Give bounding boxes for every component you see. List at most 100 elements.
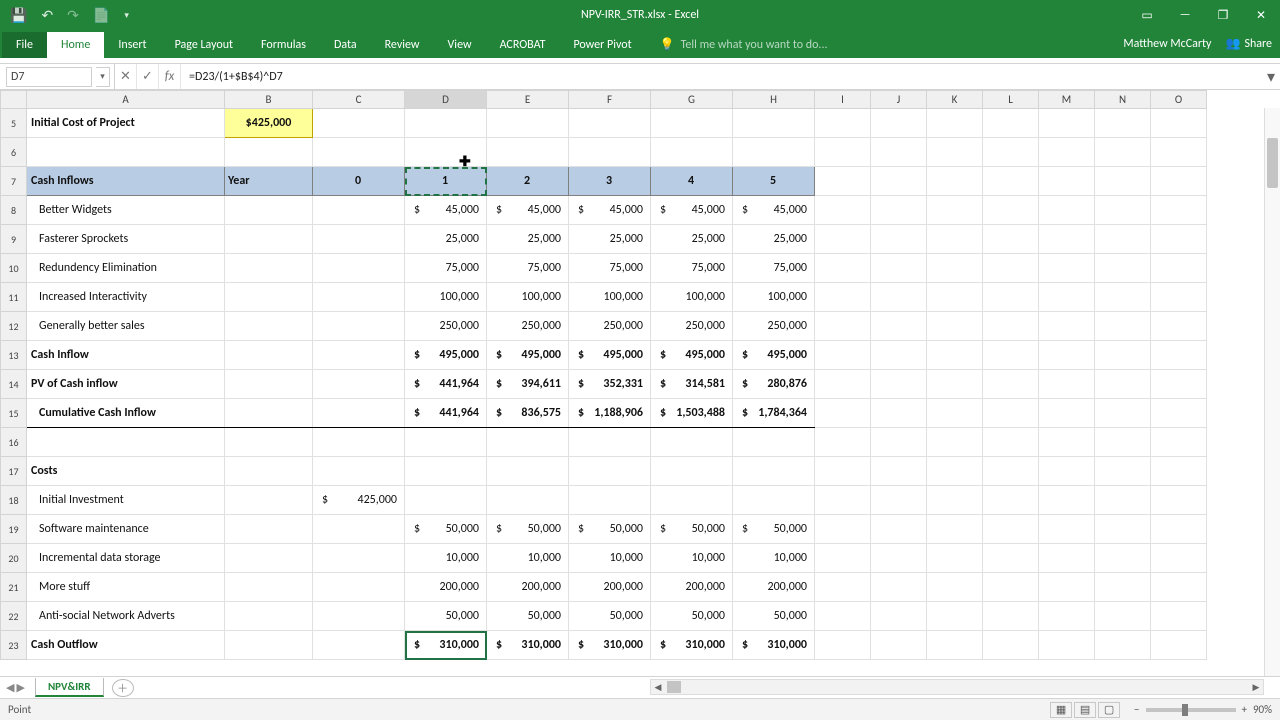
- cell[interactable]: [1095, 167, 1151, 196]
- cell[interactable]: [225, 399, 313, 428]
- cell[interactable]: 50,000: [487, 602, 569, 631]
- cell[interactable]: [927, 138, 983, 167]
- cell[interactable]: [927, 254, 983, 283]
- cell[interactable]: 75,000: [569, 254, 651, 283]
- cell[interactable]: [1151, 428, 1207, 457]
- cell[interactable]: $495,000: [405, 341, 487, 370]
- cell[interactable]: [569, 138, 651, 167]
- cell[interactable]: Generally better sales: [27, 312, 225, 341]
- cell[interactable]: [815, 631, 871, 660]
- cell[interactable]: [1095, 341, 1151, 370]
- cell[interactable]: 10,000: [569, 544, 651, 573]
- cell[interactable]: [1039, 138, 1095, 167]
- cell[interactable]: [1039, 457, 1095, 486]
- ribbon-display-icon[interactable]: ▭: [1128, 0, 1166, 30]
- cell[interactable]: [815, 225, 871, 254]
- cell[interactable]: [983, 312, 1039, 341]
- cell[interactable]: $394,611: [487, 370, 569, 399]
- column-header-B[interactable]: B: [225, 91, 313, 109]
- undo-icon[interactable]: ↶: [41, 7, 53, 24]
- cell[interactable]: [1039, 573, 1095, 602]
- cell[interactable]: $425,000: [225, 109, 313, 138]
- column-header-C[interactable]: C: [313, 91, 405, 109]
- cell[interactable]: [313, 544, 405, 573]
- cell[interactable]: [313, 341, 405, 370]
- cell[interactable]: [225, 544, 313, 573]
- cell[interactable]: [1095, 196, 1151, 225]
- cell[interactable]: [815, 573, 871, 602]
- cell[interactable]: 250,000: [651, 312, 733, 341]
- cell[interactable]: Increased Interactivity: [27, 283, 225, 312]
- row-header-19[interactable]: 19: [1, 515, 27, 544]
- cell[interactable]: [927, 457, 983, 486]
- scrollbar-thumb[interactable]: [1267, 138, 1278, 188]
- cell[interactable]: [815, 544, 871, 573]
- row-header-17[interactable]: 17: [1, 457, 27, 486]
- minimize-icon[interactable]: —: [1166, 0, 1204, 30]
- column-header-H[interactable]: H: [733, 91, 815, 109]
- cell[interactable]: 25,000: [487, 225, 569, 254]
- cell[interactable]: [313, 631, 405, 660]
- cell[interactable]: $50,000: [651, 515, 733, 544]
- column-header-D[interactable]: D: [405, 91, 487, 109]
- cell[interactable]: $310,000: [569, 631, 651, 660]
- cell[interactable]: [313, 399, 405, 428]
- cell[interactable]: [871, 283, 927, 312]
- cell[interactable]: [927, 196, 983, 225]
- tab-data[interactable]: Data: [320, 32, 371, 58]
- cell[interactable]: [1151, 254, 1207, 283]
- cell[interactable]: [1095, 399, 1151, 428]
- cell[interactable]: [871, 196, 927, 225]
- cell[interactable]: [569, 109, 651, 138]
- column-header-J[interactable]: J: [871, 91, 927, 109]
- cell[interactable]: Fasterer Sprockets: [27, 225, 225, 254]
- cell[interactable]: Redundency Elimination: [27, 254, 225, 283]
- sheet-prev-icon[interactable]: ◀: [6, 681, 14, 694]
- cell[interactable]: [487, 428, 569, 457]
- cell[interactable]: [313, 457, 405, 486]
- select-all-corner[interactable]: [1, 91, 27, 109]
- cell[interactable]: [1151, 544, 1207, 573]
- cell[interactable]: [1151, 515, 1207, 544]
- zoom-knob[interactable]: [1182, 704, 1188, 716]
- cell[interactable]: [651, 138, 733, 167]
- cell[interactable]: $45,000: [733, 196, 815, 225]
- cell[interactable]: [983, 428, 1039, 457]
- cell[interactable]: [815, 457, 871, 486]
- cell[interactable]: [983, 631, 1039, 660]
- cell[interactable]: [871, 544, 927, 573]
- cell[interactable]: [927, 515, 983, 544]
- cell[interactable]: [1095, 457, 1151, 486]
- cell[interactable]: [1151, 283, 1207, 312]
- cell[interactable]: $495,000: [487, 341, 569, 370]
- cell[interactable]: 10,000: [651, 544, 733, 573]
- cell[interactable]: $ 441,964: [405, 399, 487, 428]
- cell[interactable]: [733, 457, 815, 486]
- cell[interactable]: 75,000: [487, 254, 569, 283]
- cell[interactable]: $495,000: [733, 341, 815, 370]
- cell[interactable]: [1095, 486, 1151, 515]
- scroll-right-icon[interactable]: ▶: [1249, 680, 1263, 694]
- cell[interactable]: [815, 109, 871, 138]
- cell[interactable]: [651, 428, 733, 457]
- cell[interactable]: [405, 428, 487, 457]
- cell[interactable]: $ 1,784,364: [733, 399, 815, 428]
- cell[interactable]: [1095, 515, 1151, 544]
- cell[interactable]: [871, 312, 927, 341]
- cell[interactable]: [1039, 544, 1095, 573]
- cell[interactable]: Costs: [27, 457, 225, 486]
- cell[interactable]: [871, 370, 927, 399]
- row-header-5[interactable]: 5: [1, 109, 27, 138]
- cell[interactable]: [569, 457, 651, 486]
- cell[interactable]: $45,000: [487, 196, 569, 225]
- cell[interactable]: [1095, 370, 1151, 399]
- cell[interactable]: [313, 312, 405, 341]
- cell[interactable]: [1039, 283, 1095, 312]
- cell[interactable]: 10,000: [405, 544, 487, 573]
- cell[interactable]: 200,000: [651, 573, 733, 602]
- cell[interactable]: [815, 341, 871, 370]
- cell[interactable]: 100,000: [487, 283, 569, 312]
- row-header-15[interactable]: 15: [1, 399, 27, 428]
- cell[interactable]: 200,000: [405, 573, 487, 602]
- cell[interactable]: 25,000: [733, 225, 815, 254]
